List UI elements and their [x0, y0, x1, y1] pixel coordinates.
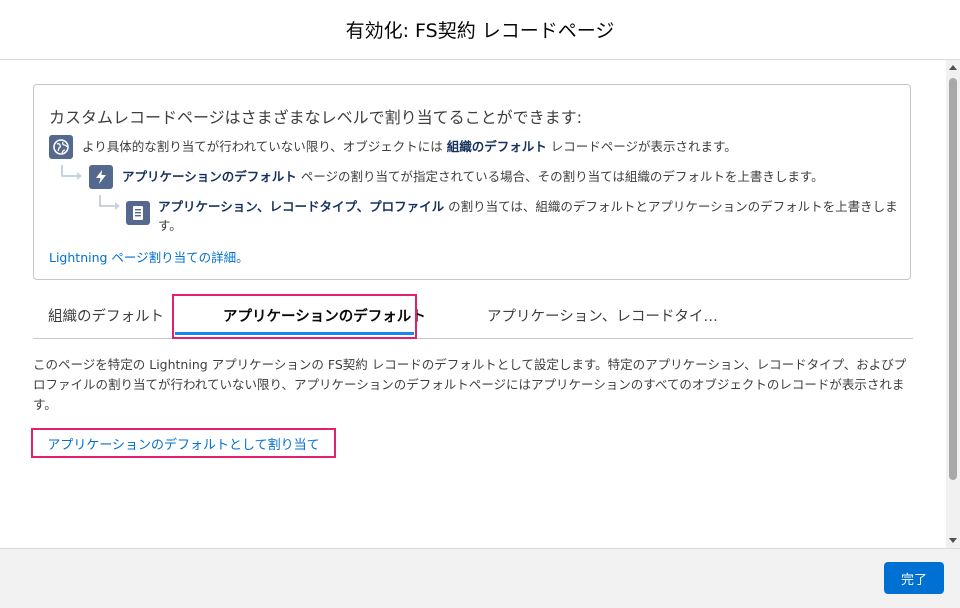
- info-row-org: より具体的な割り当てが行われていない限り、オブジェクトには 組織のデフォルト レ…: [82, 137, 892, 156]
- modal-body[interactable]: カスタムレコードページはさまざまなレベルで割り当てることができます: より具体的…: [0, 60, 946, 548]
- lightning-icon: [89, 165, 113, 189]
- info-row-profile-bold: アプリケーション、レコードタイプ、プロファイル: [158, 199, 445, 214]
- hierarchy-arrow-icon: [61, 165, 82, 180]
- assignment-info-box: カスタムレコードページはさまざまなレベルで割り当てることができます: より具体的…: [33, 84, 911, 280]
- tab-description: このページを特定の Lightning アプリケーションの FS契約 レコードの…: [33, 357, 907, 412]
- tab-app-recordtype-profile[interactable]: アプリケーション、レコードタイ…: [487, 292, 718, 338]
- modal-title: 有効化: FS契約 レコードページ: [345, 20, 615, 42]
- info-row-org-post: レコードページが表示されます。: [546, 139, 737, 154]
- modal-footer: 完了: [0, 548, 960, 608]
- active-tab-indicator: [175, 332, 414, 335]
- globe-icon: [49, 135, 73, 159]
- lightning-assignment-details-link[interactable]: Lightning ページ割り当ての詳細。: [49, 247, 249, 266]
- scroll-down-icon[interactable]: [949, 538, 957, 543]
- info-row-app-bold: アプリケーションのデフォルト: [122, 169, 297, 184]
- hierarchy-arrow-icon: [99, 195, 120, 210]
- done-button[interactable]: 完了: [884, 562, 944, 594]
- info-row-org-bold: 組織のデフォルト: [446, 139, 547, 154]
- assignment-tabs: 組織のデフォルト アプリケーションのデフォルト アプリケーション、レコードタイ…: [33, 292, 913, 339]
- scroll-thumb[interactable]: [949, 78, 957, 480]
- info-row-app: アプリケーションのデフォルト ページの割り当てが指定されている場合、その割り当て…: [122, 167, 892, 186]
- record-icon: [126, 201, 150, 225]
- scroll-up-icon[interactable]: [949, 65, 957, 70]
- tab-org-default[interactable]: 組織のデフォルト: [48, 292, 164, 338]
- modal-scrollbar[interactable]: [946, 60, 960, 548]
- info-title: カスタムレコードページはさまざまなレベルで割り当てることができます:: [49, 108, 583, 127]
- info-row-profile: アプリケーション、レコードタイプ、プロファイル の割り当ては、組織のデフォルトと…: [158, 197, 898, 235]
- modal-header: 有効化: FS契約 レコードページ: [0, 0, 960, 60]
- assign-app-default-button[interactable]: アプリケーションのデフォルトとして割り当て: [31, 428, 336, 458]
- info-row-app-post: ページの割り当てが指定されている場合、その割り当ては組織のデフォルトを上書きしま…: [296, 169, 824, 184]
- info-row-org-pre: より具体的な割り当てが行われていない限り、オブジェクトには: [82, 139, 447, 154]
